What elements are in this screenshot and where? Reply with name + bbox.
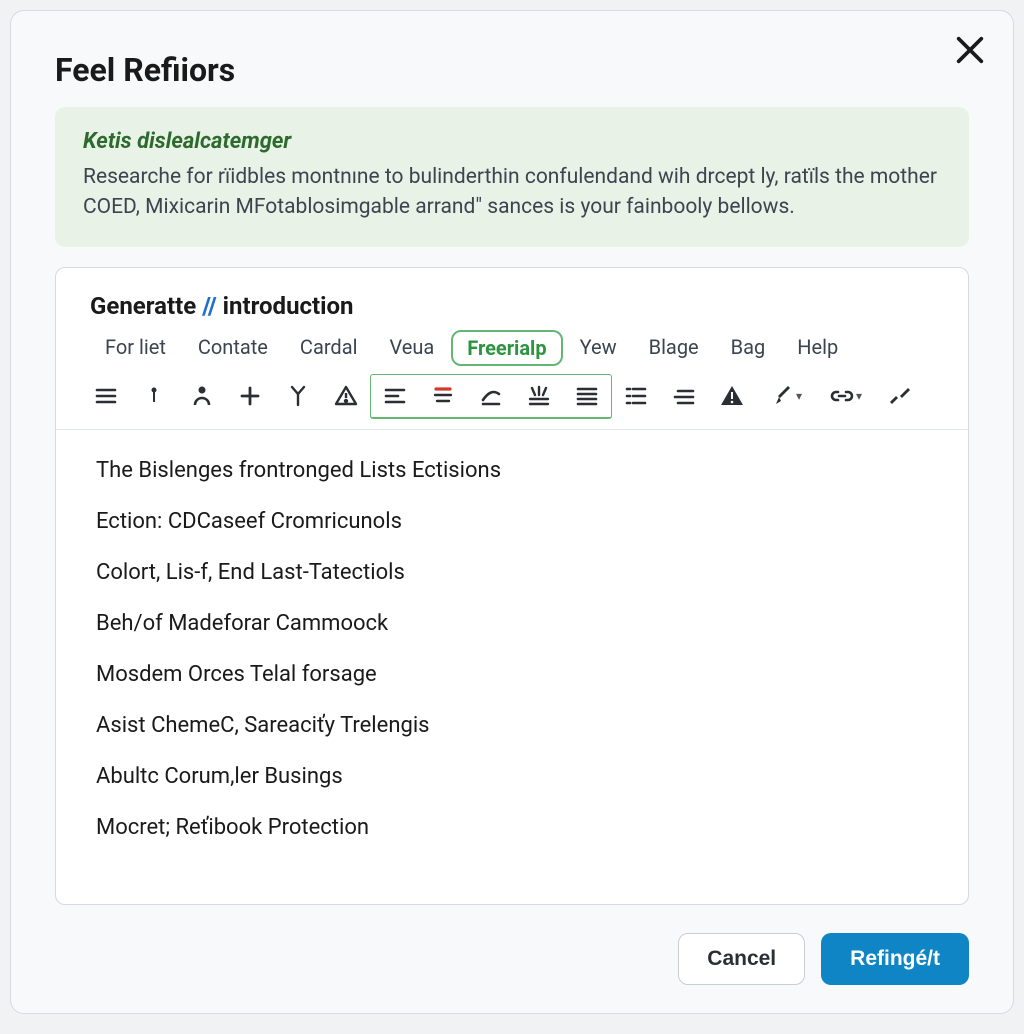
justify-icon [575, 384, 599, 408]
content-line: Colort, Lis-f, End Last-Tatectiols [96, 560, 928, 585]
content-line: Abultc Corum,ler Busings [96, 764, 928, 789]
info-banner-text: Researche for rïidbles montnıne to bulin… [83, 162, 941, 223]
tool-warning-outline[interactable] [322, 375, 370, 417]
plus-icon [238, 384, 262, 408]
slash-icon: // [200, 292, 218, 320]
editor-header: Generatte // introduction [56, 268, 968, 320]
curve-icon [479, 384, 503, 408]
editor-menu-bar: For liet Contate Cardal Veua Freerialp Y… [56, 320, 968, 370]
menu-freerialp[interactable]: Freerialp [451, 330, 562, 366]
content-line: Mocret; Reťibook Protection [96, 815, 928, 840]
link-icon [830, 384, 854, 408]
menu-blage[interactable]: Blage [634, 330, 714, 366]
menu-bag[interactable]: Bag [716, 330, 781, 366]
align-right-icon [672, 384, 696, 408]
editor-title-right: introduction [223, 292, 354, 320]
menu-veua[interactable]: Veua [374, 330, 449, 366]
lines-icon [94, 384, 118, 408]
editor-title: Generatte // introduction [90, 292, 934, 320]
tool-brush-dropdown[interactable]: ▾ [756, 375, 816, 417]
modal-dialog: Feel Refiiors Ketis dislealcatemger Rese… [10, 10, 1014, 1014]
tool-warning-fill[interactable] [708, 375, 756, 417]
tool-burst[interactable] [515, 375, 563, 417]
menu-help[interactable]: Help [782, 330, 853, 366]
burst-icon [527, 384, 551, 408]
editor-content[interactable]: The Bislenges frontronged Lists Ectision… [56, 430, 968, 904]
content-line: Ection: CDCaseef Cromricunols [96, 509, 928, 534]
content-line: Mosdem Orces Telal forsage [96, 662, 928, 687]
tool-group-active [370, 374, 612, 419]
brush-icon [770, 384, 794, 408]
tool-highlight[interactable] [419, 375, 467, 417]
person-icon [190, 384, 214, 408]
tool-tools[interactable] [876, 375, 924, 417]
chevron-down-icon: ▾ [796, 389, 802, 403]
tool-person[interactable] [178, 375, 226, 417]
tools-icon [888, 384, 912, 408]
triangle-outline-icon [334, 384, 358, 408]
tool-lines[interactable] [82, 375, 130, 417]
highlight-icon [431, 384, 455, 408]
align-left-icon [383, 384, 407, 408]
pin-icon [142, 384, 166, 408]
modal-footer: Cancel Refingé/t [11, 905, 1013, 1013]
tool-align-left[interactable] [371, 375, 419, 417]
content-line: Asist ChemeC, Sareaciťy Trelengis [96, 713, 928, 738]
confirm-button[interactable]: Refingé/t [821, 933, 969, 985]
content-line: The Bislenges frontronged Lists Ectision… [96, 458, 928, 483]
tool-justify[interactable] [563, 375, 611, 417]
warning-icon [720, 384, 744, 408]
tool-indent[interactable] [612, 375, 660, 417]
fork-icon [286, 384, 310, 408]
tool-curve[interactable] [467, 375, 515, 417]
info-banner-title: Ketis dislealcatemger [83, 129, 941, 154]
tool-plus[interactable] [226, 375, 274, 417]
menu-yew[interactable]: Yew [565, 330, 632, 366]
close-button[interactable] [953, 33, 987, 74]
cancel-button[interactable]: Cancel [678, 933, 805, 985]
chevron-down-icon: ▾ [856, 389, 862, 403]
info-banner: Ketis dislealcatemger Researche for rïid… [55, 107, 969, 247]
editor-card: Generatte // introduction For liet Conta… [55, 267, 969, 905]
close-icon [953, 33, 987, 67]
menu-for-liet[interactable]: For liet [90, 330, 181, 366]
menu-contate[interactable]: Contate [183, 330, 283, 366]
modal-title: Feel Refiiors [11, 11, 1013, 107]
editor-toolbar: ▾ ▾ [56, 370, 968, 430]
tool-fork[interactable] [274, 375, 322, 417]
editor-title-left: Generatte [90, 292, 196, 320]
tool-link-dropdown[interactable]: ▾ [816, 375, 876, 417]
content-line: Beh/of Madeforar Cammoock [96, 611, 928, 636]
tool-pin[interactable] [130, 375, 178, 417]
indent-icon [624, 384, 648, 408]
tool-align-right[interactable] [660, 375, 708, 417]
menu-cardal[interactable]: Cardal [285, 330, 373, 366]
